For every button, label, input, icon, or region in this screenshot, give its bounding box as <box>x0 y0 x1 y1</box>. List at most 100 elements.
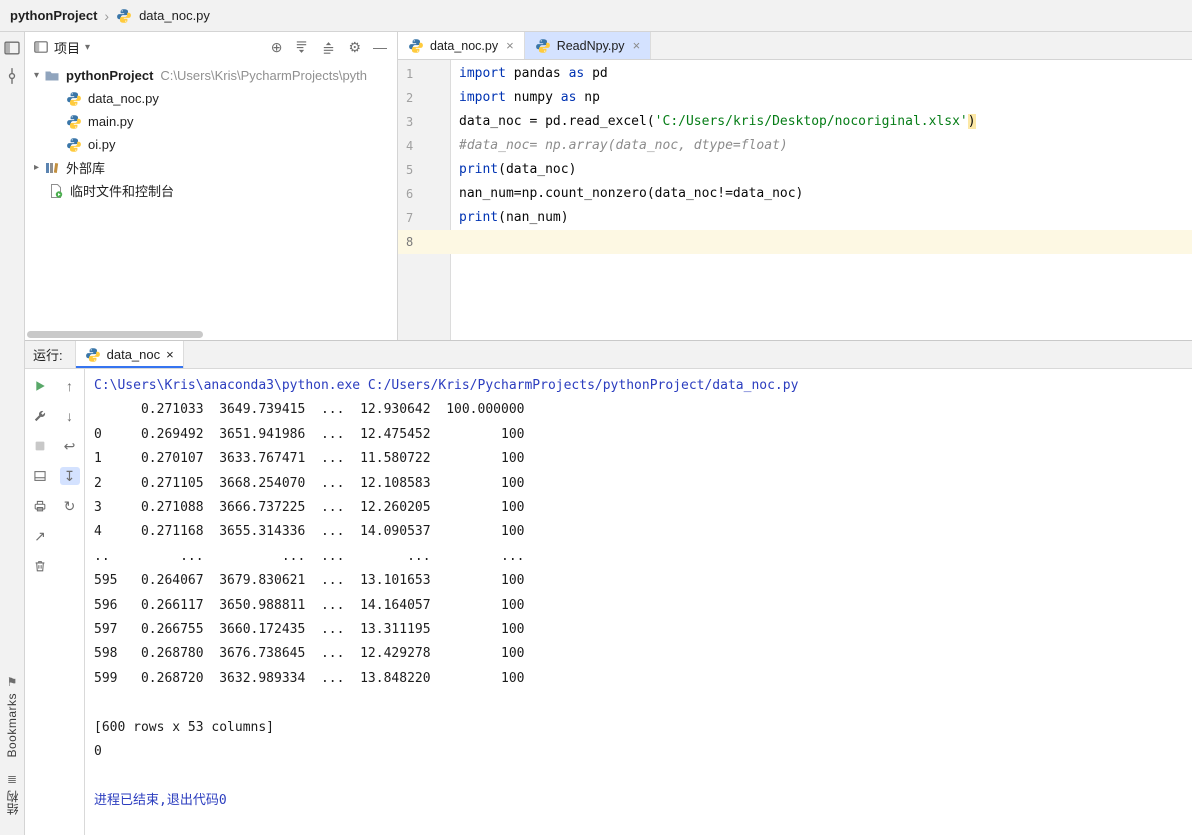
edit-configuration-button[interactable] <box>30 407 50 425</box>
horizontal-scrollbar[interactable] <box>27 331 203 338</box>
tree-item-label: data_noc.py <box>88 91 159 106</box>
run-toolbar-console: ↑ ↓ ↩ ↧ ↻ <box>55 369 85 835</box>
pycharm-window: pythonProject › data_noc.py ⚑ Bookmarks … <box>0 0 1192 835</box>
scratch-file-icon <box>48 183 64 199</box>
structure-icon: ≣ <box>6 772 18 786</box>
line-number[interactable]: 6 <box>398 182 450 206</box>
chevron-down-icon[interactable]: ▾ <box>85 42 90 53</box>
line-number[interactable]: 3 <box>398 110 450 134</box>
python-file-icon <box>535 38 551 54</box>
code-line-active: 8 <box>398 230 1192 254</box>
line-number[interactable]: 4 <box>398 134 450 158</box>
console-stdout: 0.271033 3649.739415 ... 12.930642 100.0… <box>94 402 525 760</box>
project-panel-actions: ⊕ ⚙ — <box>271 40 387 55</box>
line-number[interactable]: 5 <box>398 158 450 182</box>
workspace: 项目 ▾ ⊕ ⚙ — ▾ pythonProject C:\Users\Kris… <box>25 32 1192 835</box>
console-exit-message: 进程已结束,退出代码0 <box>94 792 227 808</box>
scroll-to-end-button[interactable]: ↧ <box>59 467 80 485</box>
python-file-icon <box>66 114 82 130</box>
main-area: ⚑ Bookmarks ≣ 结构 项目 ▾ ⊕ ⚙ — ▾ pythonProj… <box>0 32 1192 835</box>
tree-item-external-libraries[interactable]: ▸ 外部库 <box>25 156 397 179</box>
tree-item-label: main.py <box>88 114 134 129</box>
expand-all-button[interactable] <box>294 40 309 55</box>
python-file-icon <box>66 91 82 107</box>
code-text: nan_num=np.count_nonzero(data_noc!=data_… <box>459 186 804 201</box>
project-tree: ▾ pythonProject C:\Users\Kris\PycharmPro… <box>25 62 397 202</box>
bookmarks-tool-button[interactable]: ⚑ Bookmarks <box>5 675 19 758</box>
collapse-all-button[interactable] <box>321 40 336 55</box>
python-file-icon <box>116 8 132 24</box>
console-output-area[interactable]: C:\Users\Kris\anaconda3\python.exe C:/Us… <box>85 369 1192 835</box>
tab-data-noc-py[interactable]: data_noc.py × <box>398 32 525 59</box>
line-number[interactable]: 7 <box>398 206 450 230</box>
breadcrumb-project[interactable]: pythonProject <box>10 8 97 23</box>
rerun-button[interactable] <box>30 377 50 395</box>
library-icon <box>44 160 60 176</box>
code-line: 3 data_noc = pd.read_excel('C:/Users/kri… <box>398 110 1192 134</box>
code-line: 7 print(nan_num) <box>398 206 1192 230</box>
python-file-icon <box>408 38 424 54</box>
down-stacktrace-button[interactable]: ↓ <box>60 407 80 425</box>
tree-item-scratches[interactable]: 临时文件和控制台 <box>25 179 397 202</box>
run-panel-header: 运行: data_noc × <box>25 341 1192 369</box>
line-number[interactable]: 2 <box>398 86 450 110</box>
chevron-down-icon[interactable]: ▾ <box>29 70 44 81</box>
run-toolbar-main: ↗ <box>25 369 55 835</box>
project-panel: 项目 ▾ ⊕ ⚙ — ▾ pythonProject C:\Users\Kris… <box>25 32 398 340</box>
project-view-icon <box>33 39 49 55</box>
restore-layout-button[interactable] <box>30 467 50 485</box>
console-history-button[interactable]: ↻ <box>60 497 80 515</box>
tree-item-label: 外部库 <box>66 161 106 176</box>
code-line: 6 nan_num=np.count_nonzero(data_noc!=dat… <box>398 182 1192 206</box>
run-panel-label: 运行: <box>33 348 63 363</box>
close-icon[interactable]: × <box>633 38 641 53</box>
code-line: 2 import numpy as np <box>398 86 1192 110</box>
code-line: 4 #data_noc= np.array(data_noc, dtype=fl… <box>398 134 1192 158</box>
folder-icon <box>44 68 60 84</box>
clear-console-button[interactable] <box>30 557 50 575</box>
pin-tab-button[interactable]: ↗ <box>30 527 50 545</box>
code-text: #data_noc= np.array(data_noc, dtype=floa… <box>459 138 788 153</box>
breadcrumb-bar: pythonProject › data_noc.py <box>0 0 1192 32</box>
tree-root-name: pythonProject <box>66 68 154 83</box>
commit-tool-window-icon[interactable] <box>3 67 21 85</box>
tree-root-pythonproject[interactable]: ▾ pythonProject C:\Users\Kris\PycharmPro… <box>25 64 397 87</box>
tree-item-oi-py[interactable]: oi.py <box>25 133 397 156</box>
project-tool-window-icon[interactable] <box>3 39 21 57</box>
run-tab-label: data_noc <box>106 347 161 362</box>
left-tool-stripe: ⚑ Bookmarks ≣ 结构 <box>0 32 25 835</box>
upper-split: 项目 ▾ ⊕ ⚙ — ▾ pythonProject C:\Users\Kris… <box>25 32 1192 340</box>
code-text: data_noc = pd.read_excel('C:/Users/kris/… <box>459 114 976 129</box>
tab-label: ReadNpy.py <box>556 38 625 53</box>
project-panel-header: 项目 ▾ ⊕ ⚙ — <box>25 32 397 62</box>
print-button[interactable] <box>30 497 50 515</box>
code-text: import pandas as pd <box>459 66 608 81</box>
hide-panel-button[interactable]: — <box>373 40 387 54</box>
python-file-icon <box>85 347 101 363</box>
breadcrumb-file[interactable]: data_noc.py <box>139 8 210 23</box>
chevron-right-icon[interactable]: ▸ <box>29 162 44 173</box>
up-stacktrace-button[interactable]: ↑ <box>60 377 80 395</box>
editor-tab-bar: data_noc.py × ReadNpy.py × <box>398 32 1192 60</box>
python-file-icon <box>66 137 82 153</box>
tab-readnpy-py[interactable]: ReadNpy.py × <box>524 32 652 59</box>
tree-item-label: oi.py <box>88 137 116 152</box>
breadcrumb-separator-icon: › <box>104 7 110 24</box>
tree-item-main-py[interactable]: main.py <box>25 110 397 133</box>
line-number[interactable]: 1 <box>398 62 450 86</box>
tree-item-data-noc-py[interactable]: data_noc.py <box>25 87 397 110</box>
soft-wrap-button[interactable]: ↩ <box>60 437 80 455</box>
run-tab-data-noc[interactable]: data_noc × <box>74 341 184 368</box>
code-editor[interactable]: 1 import pandas as pd 2 import numpy as … <box>398 60 1192 340</box>
structure-tool-button[interactable]: ≣ 结构 <box>4 772 21 815</box>
tree-item-label: 临时文件和控制台 <box>70 184 175 199</box>
stop-button[interactable] <box>30 437 50 455</box>
close-icon[interactable]: × <box>166 347 174 362</box>
settings-gear-icon[interactable]: ⚙ <box>348 40 361 54</box>
structure-label: 结构 <box>5 790 20 815</box>
locate-file-button[interactable]: ⊕ <box>271 40 283 54</box>
line-number[interactable]: 8 <box>398 230 450 254</box>
close-icon[interactable]: × <box>506 38 514 53</box>
project-panel-title[interactable]: 项目 <box>54 38 80 57</box>
tree-root-path: C:\Users\Kris\PycharmProjects\pyth <box>160 68 368 83</box>
